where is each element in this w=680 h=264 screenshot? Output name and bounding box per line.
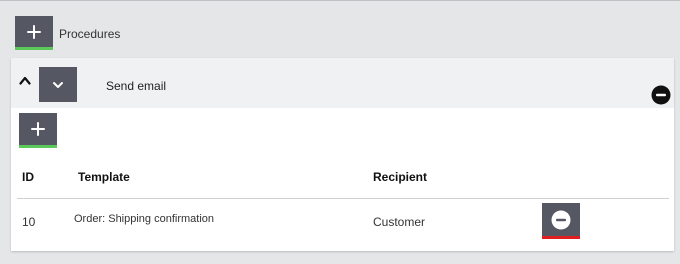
procedures-label: Procedures (59, 27, 121, 41)
procedure-panel: Send email ID Template Recipient 10 Orde… (11, 58, 674, 251)
column-header-id: ID (22, 170, 34, 184)
column-header-recipient: Recipient (373, 170, 428, 184)
cell-template: Order: Shipping confirmation (74, 213, 215, 225)
top-border (0, 0, 680, 1)
column-header-template: Template (78, 170, 130, 184)
procedure-header: Send email (11, 58, 674, 108)
table-divider (17, 198, 669, 199)
plus-icon (31, 122, 45, 136)
add-email-button[interactable] (19, 113, 57, 148)
chevron-down-icon (53, 81, 63, 88)
chevron-up-icon[interactable] (19, 76, 31, 85)
add-procedure-button[interactable] (15, 16, 53, 50)
expand-button[interactable] (39, 67, 77, 102)
remove-email-button[interactable] (542, 203, 580, 239)
plus-icon (27, 24, 41, 39)
minus-circle-icon[interactable] (651, 85, 671, 105)
procedure-name: Send email (106, 79, 167, 93)
cell-id: 10 (22, 215, 36, 229)
cell-recipient: Customer (373, 215, 426, 229)
minus-circle-icon (551, 210, 571, 229)
